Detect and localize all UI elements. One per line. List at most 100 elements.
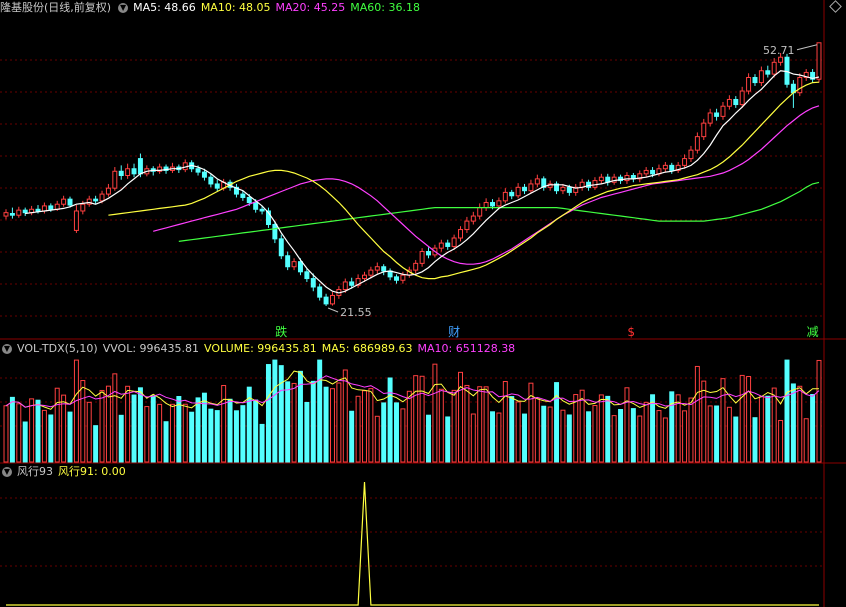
candle-body bbox=[99, 193, 105, 202]
candle-body bbox=[566, 186, 572, 193]
volume-bar bbox=[259, 423, 265, 463]
candle-body bbox=[259, 208, 265, 212]
volume-bar bbox=[605, 395, 611, 463]
candle-body bbox=[112, 170, 118, 189]
volume-bar bbox=[611, 415, 617, 463]
volume-bar bbox=[253, 399, 259, 463]
volume-bar bbox=[720, 378, 726, 463]
candle-body bbox=[297, 261, 303, 273]
volume-bar bbox=[701, 380, 707, 463]
volume-bar bbox=[189, 411, 195, 463]
candle-body bbox=[16, 209, 22, 216]
candle-body bbox=[784, 56, 790, 85]
candle-body bbox=[726, 98, 732, 107]
volume-bar bbox=[67, 411, 73, 463]
candle-body bbox=[701, 122, 707, 138]
candle-body bbox=[765, 70, 771, 75]
candle-body bbox=[477, 207, 483, 217]
volume-bar bbox=[195, 397, 201, 463]
candle-body bbox=[528, 183, 534, 192]
high-price-label: 52.71 bbox=[763, 44, 795, 57]
candle-body bbox=[662, 164, 668, 170]
candle-body bbox=[9, 213, 15, 216]
volume-bar bbox=[758, 396, 764, 463]
candle-body bbox=[195, 168, 201, 173]
volume-bar bbox=[618, 409, 624, 463]
volume-bar bbox=[547, 406, 553, 463]
candle-body bbox=[291, 261, 297, 268]
candle-body bbox=[451, 237, 457, 247]
volume-bar bbox=[790, 383, 796, 463]
candle-body bbox=[778, 56, 784, 63]
event-marker: 跌 bbox=[275, 324, 287, 339]
volume-bar bbox=[733, 416, 739, 463]
candle-body bbox=[35, 208, 41, 212]
volume-bar bbox=[554, 382, 560, 463]
volume-bar bbox=[265, 364, 271, 463]
volume-bar bbox=[29, 398, 35, 463]
volume-bar bbox=[3, 405, 9, 463]
volume-bar bbox=[579, 389, 585, 463]
volume-bar bbox=[643, 401, 649, 463]
candle-body bbox=[362, 274, 367, 280]
candle-body bbox=[682, 158, 688, 166]
candle-body bbox=[61, 198, 67, 205]
candle-body bbox=[413, 262, 419, 271]
event-marker: 减 bbox=[807, 325, 819, 339]
volume-bar bbox=[157, 403, 163, 463]
candle-body bbox=[80, 203, 86, 212]
candle-body bbox=[48, 205, 54, 210]
volume-bar bbox=[432, 363, 438, 463]
volume-bar bbox=[682, 410, 688, 463]
volume-bar bbox=[381, 402, 387, 463]
volume-bar bbox=[765, 395, 771, 463]
candle-body bbox=[419, 251, 425, 264]
candle-body bbox=[201, 171, 207, 178]
candle-body bbox=[694, 136, 700, 151]
ma20-line bbox=[153, 105, 820, 265]
volume-bar bbox=[163, 421, 169, 463]
candle-body bbox=[669, 164, 675, 171]
candle-body bbox=[304, 271, 310, 280]
volume-bar bbox=[445, 416, 451, 463]
volume-bar bbox=[778, 419, 784, 463]
volume-bar bbox=[227, 398, 233, 463]
candle-body bbox=[93, 198, 99, 202]
volume-bar bbox=[707, 405, 713, 463]
volume-bar bbox=[477, 386, 483, 463]
candle-body bbox=[118, 170, 124, 177]
volume-bar bbox=[438, 388, 444, 463]
volume-bar bbox=[387, 377, 393, 463]
volume-bar bbox=[483, 386, 489, 463]
candle-body bbox=[598, 176, 604, 182]
volume-bar bbox=[112, 373, 118, 463]
candle-body bbox=[445, 242, 451, 247]
candle-body bbox=[374, 266, 380, 271]
volume-bar bbox=[669, 391, 675, 463]
volume-bar bbox=[816, 359, 822, 463]
volume-bar bbox=[803, 418, 809, 463]
chart-canvas[interactable]: 52.71 21.55 跌 财 $ 减 bbox=[0, 0, 846, 607]
candle-body bbox=[458, 229, 463, 239]
volume-bar bbox=[746, 376, 752, 463]
volume-bar bbox=[240, 405, 246, 463]
volume-bar bbox=[739, 374, 745, 463]
volume-bar bbox=[496, 412, 502, 463]
volume-bar bbox=[329, 388, 335, 463]
volume-bar bbox=[16, 403, 22, 463]
volume-bar bbox=[41, 409, 47, 463]
volume-bar bbox=[490, 411, 496, 463]
volume-bar bbox=[214, 410, 220, 463]
candle-body bbox=[515, 186, 521, 197]
volume-bar bbox=[349, 410, 355, 463]
candle-body bbox=[105, 187, 111, 195]
candle-body bbox=[509, 191, 515, 197]
candle-body bbox=[733, 98, 739, 106]
volume-bar bbox=[99, 389, 105, 463]
volume-bar bbox=[515, 401, 521, 463]
volume-bar bbox=[48, 414, 54, 463]
volume-bar bbox=[73, 359, 79, 463]
volume-bar bbox=[752, 417, 758, 463]
candle-body bbox=[534, 178, 540, 185]
candle-body bbox=[426, 251, 431, 256]
